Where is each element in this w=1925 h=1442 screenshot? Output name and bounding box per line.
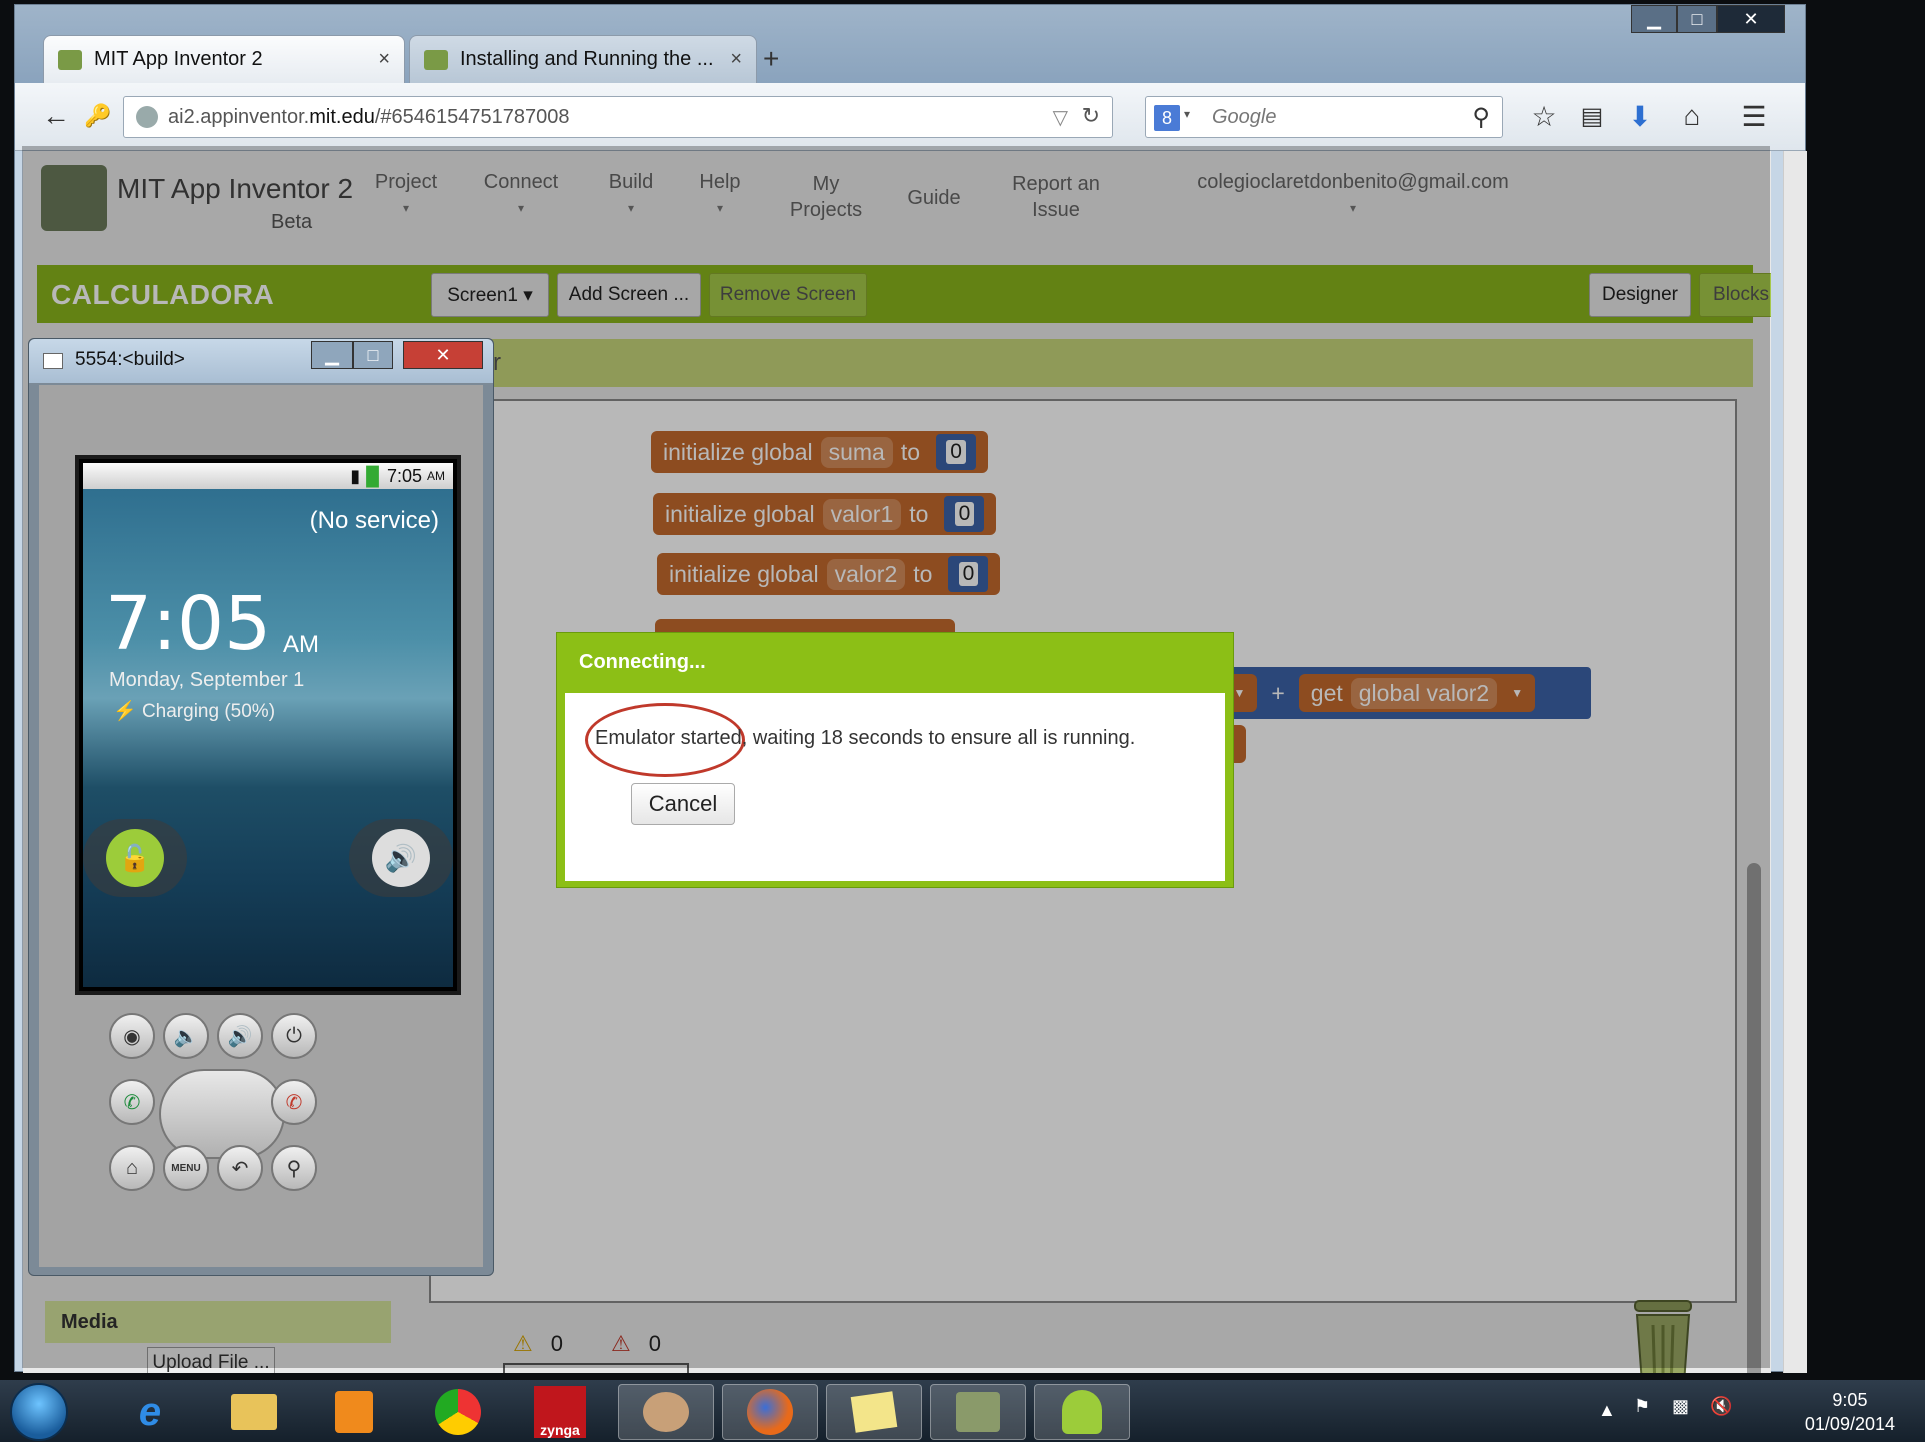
phone-screen[interactable]: ▮ █ 7:05 AM (No service) 7:05 AM Monday,…: [75, 455, 461, 995]
app-inventor-taskbar-icon[interactable]: [930, 1384, 1026, 1440]
android-emulator-icon[interactable]: [1034, 1384, 1130, 1440]
reload-icon[interactable]: ↻: [1082, 103, 1100, 129]
back-arrow-icon[interactable]: ←: [35, 95, 77, 137]
tab-app-inventor[interactable]: MIT App Inventor 2 ×: [43, 35, 405, 83]
end-call-key-icon[interactable]: ✆: [271, 1079, 317, 1125]
emulator-close-button[interactable]: ✕: [403, 341, 483, 369]
emulator-maximize-button[interactable]: □: [353, 341, 393, 369]
internet-explorer-icon[interactable]: e: [102, 1384, 198, 1440]
url-domain: mit.edu: [309, 105, 375, 128]
dialog-message: Emulator started, waiting 18 seconds to …: [595, 727, 1136, 749]
dialog-body: Emulator started, waiting 18 seconds to …: [565, 693, 1225, 881]
network-icon[interactable]: ▩: [1672, 1396, 1689, 1417]
tab-label: Installing and Running the ...: [460, 48, 714, 70]
google-search-engine-icon[interactable]: 8: [1154, 105, 1180, 131]
engine-dropdown-icon[interactable]: ▾: [1184, 107, 1190, 121]
start-button[interactable]: [10, 1383, 68, 1441]
bookmark-star-icon[interactable]: ☆: [1523, 95, 1565, 137]
volume-muted-icon[interactable]: 🔇: [1710, 1396, 1732, 1417]
tab-label: MIT App Inventor 2: [94, 48, 263, 70]
tab-close-icon[interactable]: ×: [378, 48, 390, 71]
search-bar[interactable]: 8 ▾ Google ⚲: [1145, 96, 1503, 138]
chrome-icon[interactable]: [410, 1384, 506, 1440]
browser-navbar: ← 🔑 ai2.appinventor. mit.edu/#65461547517…: [15, 83, 1805, 151]
url-suffix: /#6546154751787008: [374, 105, 570, 128]
cancel-button[interactable]: Cancel: [631, 783, 735, 825]
volume-up-key-icon[interactable]: 🔊: [217, 1013, 263, 1059]
lockscreen-ampm: AM: [283, 631, 319, 658]
lockscreen-wallpaper: (No service) 7:05 AM Monday, September 1…: [83, 489, 453, 987]
app-inventor-favicon-icon: [58, 49, 82, 70]
unlock-slider[interactable]: 🔓: [83, 819, 187, 897]
connecting-dialog: Connecting... Emulator started, waiting …: [556, 632, 1234, 888]
back-key-icon[interactable]: ↶: [217, 1145, 263, 1191]
search-icon[interactable]: ⚲: [1472, 103, 1490, 132]
globe-icon: [136, 106, 158, 128]
url-prefix: ai2.appinventor.: [168, 105, 310, 128]
media-player-icon[interactable]: [306, 1384, 402, 1440]
clock-time: 9:05: [1832, 1390, 1868, 1410]
new-tab-button[interactable]: +: [763, 43, 779, 75]
bookmarks-list-icon[interactable]: ▤: [1571, 95, 1613, 137]
call-key-icon[interactable]: ✆: [109, 1079, 155, 1125]
zynga-icon[interactable]: zynga: [512, 1384, 608, 1440]
charging-icon: ⚡: [113, 701, 137, 722]
sound-slider[interactable]: 🔊: [349, 819, 453, 897]
dropdown-triangle-icon[interactable]: ▽: [1053, 105, 1068, 130]
search-placeholder: Google: [1212, 105, 1277, 128]
emulator-app-icon: [43, 353, 63, 369]
lockscreen-time: 7:05: [105, 581, 272, 667]
sticky-notes-icon[interactable]: [826, 1384, 922, 1440]
volume-icon[interactable]: 🔊: [372, 829, 430, 887]
app-inventor-favicon-icon: [424, 49, 448, 70]
emulator-titlebar: 5554:<build> ▁ □ ✕: [29, 339, 493, 383]
close-window-button[interactable]: ✕: [1717, 5, 1785, 33]
browser-titlebar: MIT App Inventor 2 × Installing and Runn…: [15, 5, 1805, 83]
emulator-minimize-button[interactable]: ▁: [311, 341, 353, 369]
emulator-body: ▮ █ 7:05 AM (No service) 7:05 AM Monday,…: [39, 385, 483, 1267]
url-bar[interactable]: ai2.appinventor. mit.edu/#654615475178700…: [123, 96, 1113, 138]
windows-taskbar: e zynga ▲ ⚑ ▩ 🔇 9:05 01/09/2014: [0, 1380, 1925, 1442]
home-icon[interactable]: ⌂: [1671, 95, 1713, 137]
emulator-title: 5554:<build>: [75, 349, 185, 370]
power-key-icon[interactable]: ⏻: [271, 1013, 317, 1059]
camera-key-icon[interactable]: ◉: [109, 1013, 155, 1059]
volume-down-key-icon[interactable]: 🔈: [163, 1013, 209, 1059]
emulator-window: 5554:<build> ▁ □ ✕ ▮ █ 7:05 AM (No servi…: [28, 338, 494, 1276]
phone-status-bar: ▮ █ 7:05 AM: [83, 463, 453, 489]
firefox-icon[interactable]: [722, 1384, 818, 1440]
minimize-button[interactable]: ▁: [1631, 5, 1677, 33]
lockscreen-date: Monday, September 1: [109, 669, 305, 691]
unlock-icon[interactable]: 🔓: [106, 829, 164, 887]
file-explorer-icon[interactable]: [206, 1384, 302, 1440]
tab-close-icon[interactable]: ×: [730, 48, 742, 71]
charging-status: ⚡ Charging (50%): [113, 701, 276, 722]
maximize-button[interactable]: □: [1677, 5, 1717, 33]
page-scrollbar[interactable]: [1783, 151, 1807, 1373]
menu-key[interactable]: MENU: [163, 1145, 209, 1191]
clock-date: 01/09/2014: [1804, 1414, 1895, 1434]
taskbar-clock[interactable]: 9:05 01/09/2014: [1805, 1388, 1895, 1436]
menu-hamburger-icon[interactable]: ☰: [1733, 95, 1775, 137]
download-arrow-icon[interactable]: ⬇: [1619, 95, 1661, 137]
battery-icon: █: [366, 465, 379, 486]
system-tray: ▲ ⚑ ▩ 🔇 9:05 01/09/2014: [1588, 1380, 1925, 1442]
key-icon: 🔑: [84, 103, 112, 128]
action-center-flag-icon[interactable]: ⚑: [1634, 1396, 1650, 1417]
home-key-icon[interactable]: ⌂: [109, 1145, 155, 1191]
search-key-icon[interactable]: ⚲: [271, 1145, 317, 1191]
tab-installing[interactable]: Installing and Running the ... ×: [409, 35, 757, 83]
no-service-label: (No service): [309, 507, 439, 534]
paint-app-icon[interactable]: [618, 1384, 714, 1440]
dialog-title: Connecting...: [579, 651, 706, 673]
show-hidden-icons-icon[interactable]: ▲: [1598, 1400, 1616, 1421]
signal-icon: ▮: [350, 465, 361, 486]
